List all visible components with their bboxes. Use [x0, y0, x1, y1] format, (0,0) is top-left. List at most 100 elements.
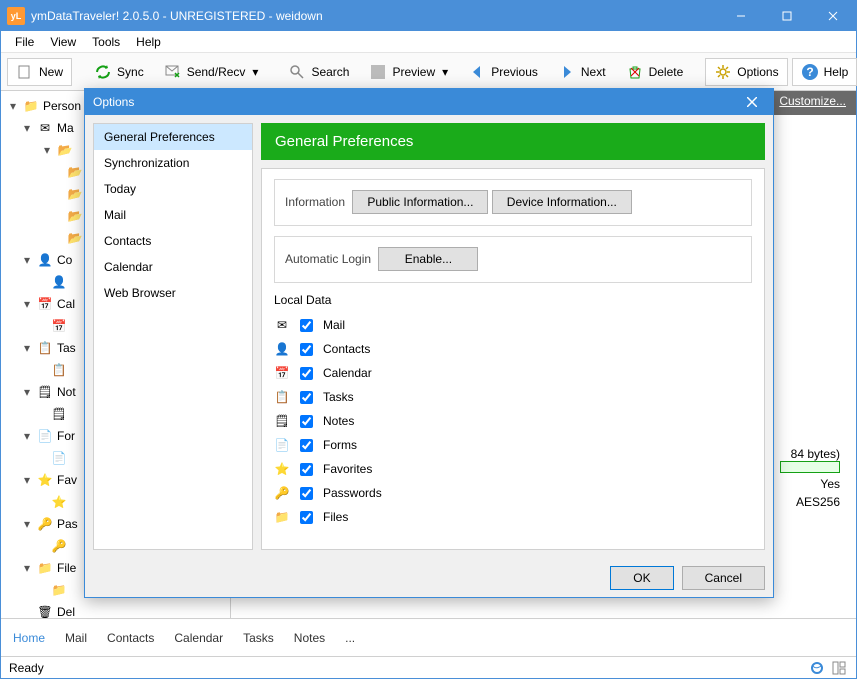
contacts-icon: 👤: [274, 341, 290, 357]
expander-icon[interactable]: ▾: [41, 144, 53, 156]
maximize-button[interactable]: [764, 1, 810, 31]
tree-label: Not: [57, 385, 76, 399]
localdata-checkbox[interactable]: [300, 415, 313, 428]
folder-icon: 📂: [67, 164, 83, 180]
tree-item[interactable]: 🗑Del: [3, 601, 228, 618]
menu-help[interactable]: Help: [128, 33, 169, 51]
expander-icon[interactable]: ▾: [21, 298, 33, 310]
files-icon: 📁: [274, 509, 290, 525]
sidebar-item-contacts[interactable]: Contacts: [94, 228, 252, 254]
localdata-checkbox[interactable]: [300, 391, 313, 404]
localdata-checkbox[interactable]: [300, 367, 313, 380]
folder-icon: 📂: [67, 230, 83, 246]
tab-home[interactable]: Home: [13, 631, 45, 645]
menu-tools[interactable]: Tools: [84, 33, 128, 51]
sidebar-item-sync[interactable]: Synchronization: [94, 150, 252, 176]
search-button[interactable]: Search: [280, 58, 357, 86]
delete-icon: [626, 63, 644, 81]
enable-button[interactable]: Enable...: [378, 247, 478, 271]
localdata-checkbox[interactable]: [300, 511, 313, 524]
localdata-checkbox[interactable]: [300, 319, 313, 332]
item-icon: 🗑: [37, 604, 53, 618]
expander-icon[interactable]: ▾: [21, 122, 33, 134]
tab-mail[interactable]: Mail: [65, 631, 87, 645]
favorites-icon: ⭐: [274, 461, 290, 477]
calendar-icon: 📅: [274, 365, 290, 381]
sidebar-item-webbrowser[interactable]: Web Browser: [94, 280, 252, 306]
localdata-checkbox[interactable]: [300, 487, 313, 500]
expander-icon[interactable]: ▾: [7, 100, 19, 112]
localdata-label: Notes: [323, 414, 354, 428]
item-icon: 📄: [51, 450, 67, 466]
statusbar: Ready: [1, 656, 856, 678]
item-icon: 🔑: [37, 516, 53, 532]
menu-file[interactable]: File: [7, 33, 42, 51]
expander-icon[interactable]: ▾: [21, 386, 33, 398]
localdata-label: Tasks: [323, 390, 354, 404]
localdata-row: 📁Files: [274, 505, 752, 529]
localdata-checkbox[interactable]: [300, 463, 313, 476]
sidebar-item-today[interactable]: Today: [94, 176, 252, 202]
item-icon: 📋: [51, 362, 67, 378]
device-info-button[interactable]: Device Information...: [492, 190, 632, 214]
cancel-button[interactable]: Cancel: [682, 566, 765, 590]
help-button[interactable]: ? Help: [792, 58, 857, 86]
tree-label: Fav: [57, 473, 77, 487]
dialog-title: Options: [93, 95, 739, 109]
new-button[interactable]: New: [7, 58, 72, 86]
sidebar-item-calendar[interactable]: Calendar: [94, 254, 252, 280]
localdata-checkbox[interactable]: [300, 439, 313, 452]
chevron-down-icon: ▾: [252, 65, 258, 79]
dialog-close-button[interactable]: [739, 89, 765, 115]
preview-button[interactable]: Preview ▾: [361, 58, 456, 86]
tab-notes[interactable]: Notes: [294, 631, 325, 645]
tab-tasks[interactable]: Tasks: [243, 631, 274, 645]
layout-icon[interactable]: [830, 659, 848, 677]
sync-button[interactable]: Sync: [86, 58, 152, 86]
expander-icon[interactable]: ▾: [21, 518, 33, 530]
menu-view[interactable]: View: [42, 33, 84, 51]
expander-icon[interactable]: ▾: [21, 430, 33, 442]
localdata-label: Mail: [323, 318, 345, 332]
dialog-sidebar: General Preferences Synchronization Toda…: [93, 123, 253, 550]
expander-icon[interactable]: ▾: [21, 342, 33, 354]
tab-contacts[interactable]: Contacts: [107, 631, 154, 645]
information-legend: Information: [281, 195, 349, 209]
item-icon: 👤: [51, 274, 67, 290]
tab-more[interactable]: ...: [345, 631, 355, 645]
sync-label: Sync: [117, 65, 144, 79]
ie-icon[interactable]: [808, 659, 826, 677]
dialog-header: General Preferences: [261, 123, 765, 160]
bottom-tabs: Home Mail Contacts Calendar Tasks Notes …: [1, 618, 856, 656]
expander-icon[interactable]: ▾: [21, 562, 33, 574]
public-info-button[interactable]: Public Information...: [352, 190, 488, 214]
expander-icon[interactable]: ▾: [21, 254, 33, 266]
delete-button[interactable]: Delete: [618, 58, 692, 86]
close-button[interactable]: [810, 1, 856, 31]
passwords-icon: 🔑: [274, 485, 290, 501]
next-button[interactable]: Next: [550, 58, 614, 86]
tree-label: Tas: [57, 341, 76, 355]
localdata-row: 📅Calendar: [274, 361, 752, 385]
ok-button[interactable]: OK: [610, 566, 673, 590]
progress-bar: [780, 461, 840, 473]
expander-icon[interactable]: ▾: [21, 474, 33, 486]
gear-icon: [714, 63, 732, 81]
sendrecv-label: Send/Recv: [187, 65, 246, 79]
localdata-checkbox[interactable]: [300, 343, 313, 356]
item-icon: 📅: [37, 296, 53, 312]
sidebar-item-general[interactable]: General Preferences: [94, 124, 252, 150]
minimize-button[interactable]: [718, 1, 764, 31]
localdata-label: Forms: [323, 438, 357, 452]
localdata-row: ✉Mail: [274, 313, 752, 337]
options-button[interactable]: Options: [705, 58, 787, 86]
previous-button[interactable]: Previous: [460, 58, 546, 86]
folder-icon: 📂: [67, 186, 83, 202]
sidebar-item-mail[interactable]: Mail: [94, 202, 252, 228]
app-icon: yL: [7, 7, 25, 25]
tab-calendar[interactable]: Calendar: [174, 631, 223, 645]
localdata-legend: Local Data: [274, 293, 752, 307]
arrow-left-icon: [468, 63, 486, 81]
sendrecv-button[interactable]: Send/Recv ▾: [156, 58, 267, 86]
tree-label: For: [57, 429, 75, 443]
